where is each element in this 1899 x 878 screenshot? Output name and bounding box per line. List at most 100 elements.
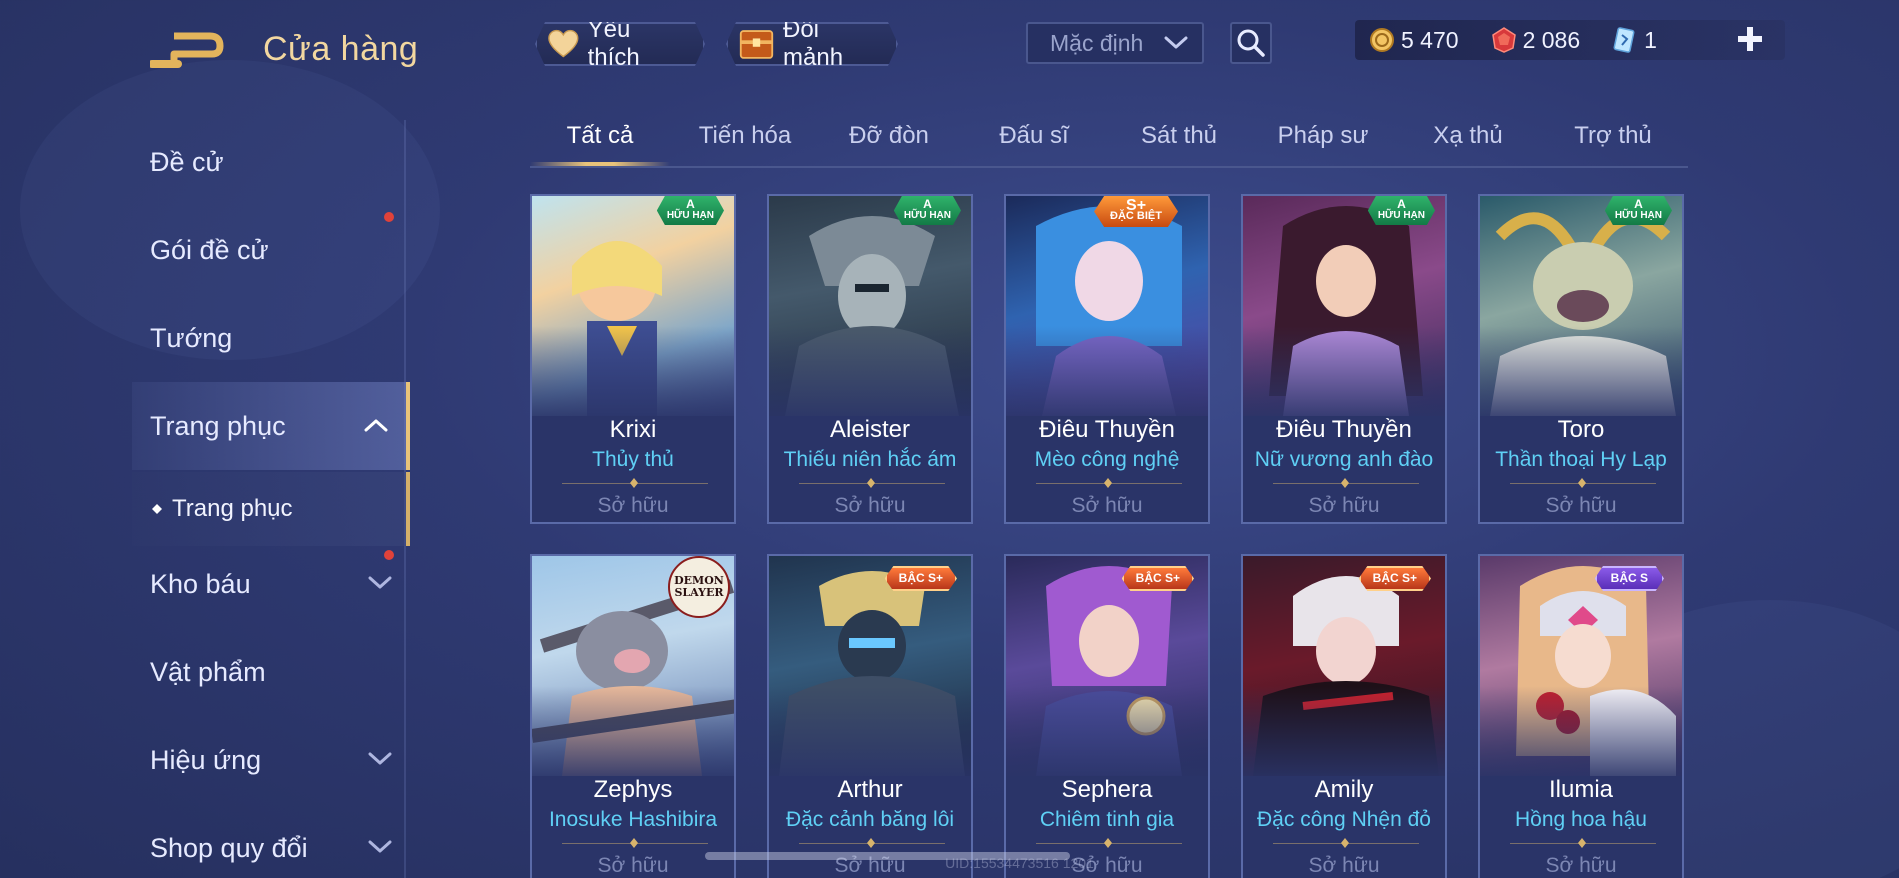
ticket-amount: 1 [1644,26,1657,53]
tier-badge: BẬC S+ [884,566,957,591]
tab-assassin[interactable]: Sát thủ [1141,122,1217,150]
gold-currency: 5 470 [1369,27,1459,54]
diamond-icon [867,478,875,488]
sidebar-item-heroes[interactable]: Tướng [132,296,410,380]
voucher-currency: 2 086 [1491,26,1581,54]
sidebar-item-label: Gói đề cử [150,234,269,265]
skin-name: Inosuke Hashibira [548,808,718,831]
skin-card[interactable]: A HỮU HẠN Điêu Thuyền Nữ vương anh đào S… [1241,194,1447,524]
tab-all[interactable]: Tất cả [567,122,634,150]
diamond-icon [630,838,638,848]
card-info: Điêu Thuyền Mèo công nghệ Sở hữu [1006,416,1208,522]
search-button[interactable] [1230,22,1272,64]
card-info: Điêu Thuyền Nữ vương anh đào Sở hữu [1243,416,1445,522]
sidebar-item-effects[interactable]: Hiệu ứng [132,718,410,802]
heart-icon [547,29,580,59]
diamond-icon [1578,478,1586,488]
skin-name: Nữ vương anh đào [1254,448,1434,471]
skin-card[interactable]: A HỮU HẠN Toro Thần thoại Hy Lạp Sở hữu [1478,194,1684,524]
chevron-down-icon [1164,36,1188,49]
back-button[interactable] [148,28,230,72]
owned-status: Sở hữu [834,494,906,517]
home-indicator[interactable] [705,852,1070,860]
artwork-fade [1243,326,1445,426]
tier-badge: BẬC S+ [1358,566,1431,591]
artwork-fade [1480,326,1682,426]
favorite-label: Yêu thích [587,16,640,71]
add-currency-button[interactable] [1733,22,1767,56]
artwork-fade [769,686,971,786]
artwork-fade [1006,326,1208,426]
demon-slayer-logo: DEMON SLAYER [668,556,730,618]
favorite-button[interactable]: Yêu thích [535,22,705,66]
skin-card[interactable]: BẬC S Ilumia Hồng hoa hậu Sở hữu [1478,554,1684,878]
card-info: Krixi Thủy thủ Sở hữu [532,416,734,522]
diamond-icon [1104,838,1112,848]
diamond-icon [1341,478,1349,488]
tab-support[interactable]: Trợ thủ [1574,122,1652,150]
limited-badge: A HỮU HẠN [656,196,724,225]
hero-name: Arthur [837,776,903,803]
tab-mage[interactable]: Pháp sư [1278,122,1369,150]
chevron-down-icon [368,576,392,589]
skin-card[interactable]: BẬC S+ Arthur Đặc cảnh băng lôi Sở hữu [767,554,973,878]
tab-fighter[interactable]: Đấu sĩ [999,122,1068,150]
diamond-icon [1578,838,1586,848]
chevron-down-icon [368,840,392,853]
skin-card[interactable]: S+ ĐẶC BIỆT Điêu Thuyền Mèo công nghệ Sở… [1004,194,1210,524]
chevron-up-icon [364,419,388,432]
skin-card[interactable]: BẬC S+ Amily Đặc công Nhện đỏ Sở hữu [1241,554,1447,878]
chevron-down-icon [368,752,392,765]
hero-name: Amily [1314,776,1374,803]
page-title: Cửa hàng [263,30,419,68]
skin-name: Thiếu niên hắc ám [783,448,957,471]
card-info: Aleister Thiếu niên hắc ám Sở hữu [769,416,971,522]
badge-grade: A [1397,197,1406,211]
tab-tank[interactable]: Đỡ đòn [849,122,929,150]
skin-card[interactable]: DEMON SLAYER Zephys Inosuke Hashibira Sở… [530,554,736,878]
tier-badge: BẬC S [1594,566,1664,591]
limited-badge: A HỮU HẠN [1367,196,1435,225]
sidebar-item-label: Kho báu [150,568,251,599]
diamond-icon [630,478,638,488]
ticket-currency: 1 [1612,27,1657,54]
badge-grade: A [923,197,932,211]
gold-coin-icon [1370,28,1394,52]
hero-name: Điêu Thuyền [1276,416,1412,443]
voucher-amount: 2 086 [1522,26,1581,53]
badge-grade: A [686,197,695,211]
tab-evolution[interactable]: Tiến hóa [699,122,792,150]
sidebar-item-treasure[interactable]: Kho báu [132,542,410,626]
badge-text: ĐẶC BIỆT [1110,210,1162,222]
skin-card[interactable]: A HỮU HẠN Aleister Thiếu niên hắc ám Sở … [767,194,973,524]
tab-marksman[interactable]: Xạ thủ [1433,122,1502,150]
owned-status: Sở hữu [1308,494,1380,517]
sidebar-item-label: Đề cử [150,146,224,177]
badge-text: HỮU HẠN [903,210,951,221]
hero-name: Toro [1557,416,1605,443]
exchange-shards-button[interactable]: Đổi mảnh [726,22,898,66]
diamond-bullet-icon [152,504,162,514]
sidebar-item-items[interactable]: Vật phẩm [132,630,410,714]
artwork-fade [532,686,734,786]
artwork-fade [1480,686,1682,786]
skin-name: Đặc công Nhện đỏ [1257,808,1431,831]
red-gem-icon [1491,27,1516,53]
sidebar-subitem-skins[interactable]: Trang phục [132,472,410,546]
special-badge: S+ ĐẶC BIỆT [1094,196,1178,227]
badge-text: HỮU HẠN [1377,210,1425,221]
tier-badge: BẬC S+ [1121,566,1194,591]
skin-name: Hồng hoa hậu [1515,808,1647,831]
artwork-fade [1243,686,1445,786]
sidebar-item-recommended-packs[interactable]: Gói đề cử [132,208,410,292]
notification-dot [384,550,394,560]
sidebar-item-label: Trang phục [150,410,286,441]
sidebar-item-skins[interactable]: Trang phục [132,382,410,470]
currency-bar: 5 470 2 086 1 [1355,20,1785,60]
sort-dropdown[interactable]: Mặc định [1026,22,1204,64]
owned-status: Sở hữu [1545,494,1617,517]
skin-card[interactable]: BẬC S+ Sephera Chiêm tinh gia Sở hữu [1004,554,1210,878]
skin-card[interactable]: A HỮU HẠN Krixi Thủy thủ Sở hữu [530,194,736,524]
treasure-chest-icon [738,26,775,62]
sidebar-item-recommended[interactable]: Đề cử [132,120,410,204]
